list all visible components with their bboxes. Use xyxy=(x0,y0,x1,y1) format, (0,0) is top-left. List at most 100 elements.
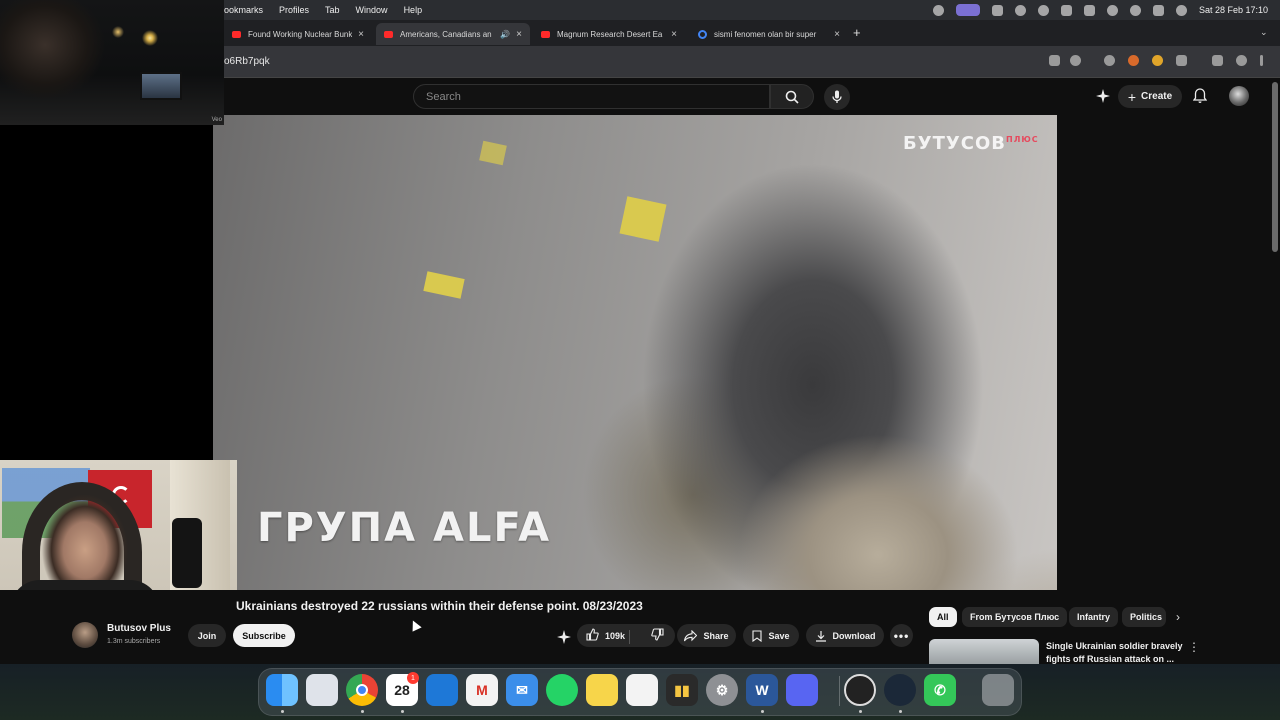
sparkle-icon[interactable] xyxy=(1096,89,1110,103)
more-actions-button[interactable]: ••• xyxy=(890,624,913,647)
save-button[interactable]: Save xyxy=(743,624,799,647)
page-scrollbar[interactable] xyxy=(1272,82,1278,252)
channel-avatar[interactable] xyxy=(72,622,98,648)
finder-icon[interactable] xyxy=(266,674,298,706)
account-avatar[interactable] xyxy=(1229,86,1249,106)
download-button[interactable]: Download xyxy=(806,624,884,647)
voice-search-button[interactable] xyxy=(824,84,850,110)
ask-ai-icon[interactable] xyxy=(557,630,571,644)
discord-icon[interactable] xyxy=(786,674,818,706)
bookmark-icon xyxy=(752,629,763,642)
google-icon xyxy=(698,29,707,39)
thumbs-up-icon[interactable] xyxy=(586,628,599,643)
menu-tab[interactable]: Tab xyxy=(325,5,340,15)
settings-icon[interactable]: ⚙ xyxy=(706,674,738,706)
extension-icon[interactable] xyxy=(1104,55,1115,66)
obs-icon[interactable] xyxy=(844,674,876,706)
siri-icon[interactable] xyxy=(1175,4,1187,16)
wifi-icon[interactable] xyxy=(1106,4,1118,16)
puzzle-icon[interactable] xyxy=(1176,55,1187,66)
chip-politics[interactable]: Politics xyxy=(1122,607,1166,627)
youtube-icon xyxy=(384,30,393,38)
gmail-icon[interactable]: M xyxy=(466,674,498,706)
tab-search-icon[interactable]: ⌄ xyxy=(1260,27,1268,38)
browser-tab[interactable]: Magnum Research Desert Ea × xyxy=(533,23,685,45)
webcam-driving-feed: Veo xyxy=(0,0,224,125)
cast-icon[interactable] xyxy=(1049,55,1060,66)
url-field[interactable]: o6Rb7pqk xyxy=(224,56,270,67)
chip-infantry[interactable]: Infantry xyxy=(1069,607,1119,627)
bookmark-star-icon[interactable] xyxy=(1070,55,1081,66)
trash-icon[interactable] xyxy=(982,674,1014,706)
outlook-icon[interactable] xyxy=(426,674,458,706)
join-button[interactable]: Join xyxy=(188,624,226,647)
dock-separator xyxy=(839,676,840,706)
menu-bookmarks[interactable]: ookmarks xyxy=(224,5,263,15)
microphone-icon xyxy=(832,90,842,103)
kebab-menu-icon[interactable] xyxy=(1260,55,1263,66)
recommendation-thumbnail[interactable] xyxy=(929,639,1039,664)
network-icon[interactable] xyxy=(1060,4,1072,16)
whatsapp-icon[interactable] xyxy=(546,674,578,706)
video-overlay-caption: ГРУПА ALFA xyxy=(257,505,552,551)
control-center-icon[interactable] xyxy=(1152,4,1164,16)
more-vertical-icon[interactable]: ⋮ xyxy=(1188,640,1200,654)
new-tab-button[interactable]: + xyxy=(853,25,861,40)
media-controls-icon[interactable] xyxy=(1212,55,1223,66)
video-frame-detail xyxy=(423,271,465,299)
video-player[interactable]: БУТУСОВПЛЮС ГРУПА ALFA xyxy=(213,115,1057,590)
launchpad-icon[interactable] xyxy=(306,674,338,706)
word-icon[interactable]: W xyxy=(746,674,778,706)
reminders-icon[interactable] xyxy=(626,674,658,706)
chip-all[interactable]: All xyxy=(929,607,957,627)
browser-tab-active[interactable]: Americans, Canadians an 🔊 × xyxy=(376,23,530,45)
share-button[interactable]: Share xyxy=(677,624,736,647)
watermark-text: БУТУСОВ xyxy=(903,133,1006,154)
close-tab-icon[interactable]: × xyxy=(358,29,364,40)
menu-help[interactable]: Help xyxy=(404,5,423,15)
profile-icon[interactable] xyxy=(1236,55,1247,66)
obs-status-icon[interactable] xyxy=(932,4,944,16)
like-count[interactable]: 109k xyxy=(605,631,625,641)
create-button[interactable]: + Create xyxy=(1118,85,1182,108)
close-tab-icon[interactable]: × xyxy=(834,29,840,40)
channel-watermark: БУТУСОВПЛЮС xyxy=(903,133,1039,154)
screen-share-icon[interactable] xyxy=(955,4,980,16)
close-tab-icon[interactable]: × xyxy=(516,29,522,40)
close-tab-icon[interactable]: × xyxy=(671,29,677,40)
search-icon[interactable] xyxy=(1129,4,1141,16)
menu-window[interactable]: Window xyxy=(356,5,388,15)
recommendation-title[interactable]: Single Ukrainian soldier bravely fights … xyxy=(1046,640,1186,666)
battery-icon[interactable] xyxy=(1083,4,1095,16)
notes-icon[interactable] xyxy=(586,674,618,706)
thumbs-down-icon[interactable] xyxy=(651,628,664,643)
phone-icon[interactable]: ✆ xyxy=(924,674,956,706)
menubar-clock[interactable]: Sat 28 Feb 17:10 xyxy=(1199,5,1268,15)
share-icon xyxy=(684,629,698,641)
bottle-icon[interactable] xyxy=(991,4,1003,16)
subscriber-count: 1.3m subscribers xyxy=(107,638,161,645)
app-menus: ookmarks Profiles Tab Window Help xyxy=(224,5,422,15)
steam-icon[interactable] xyxy=(884,674,916,706)
chip-from-channel[interactable]: From Бутусов Плюс xyxy=(962,607,1068,627)
chevron-right-icon[interactable]: › xyxy=(1176,610,1180,624)
channel-name[interactable]: Butusov Plus xyxy=(107,623,171,634)
subscribe-button[interactable]: Subscribe xyxy=(233,624,295,647)
spotify-icon[interactable] xyxy=(1014,4,1026,16)
play-icon[interactable] xyxy=(1037,4,1049,16)
extension-icon[interactable] xyxy=(1152,55,1163,66)
tab-title: sismi fenomen olan bir super xyxy=(714,29,817,39)
menu-profiles[interactable]: Profiles xyxy=(279,5,309,15)
browser-tab[interactable]: sismi fenomen olan bir super × xyxy=(690,23,848,45)
extension-icon[interactable] xyxy=(1128,55,1139,66)
browser-tab[interactable]: Found Working Nuclear Bunk × xyxy=(224,23,372,45)
notifications-bell-icon[interactable] xyxy=(1193,88,1207,104)
search-icon xyxy=(785,90,799,104)
chrome-icon[interactable] xyxy=(346,674,378,706)
search-button[interactable] xyxy=(770,84,814,109)
mail-icon[interactable]: ✉ xyxy=(506,674,538,706)
stocks-icon[interactable]: ▮▮ xyxy=(666,674,698,706)
running-indicator xyxy=(859,710,862,713)
speaker-icon[interactable]: 🔊 xyxy=(500,30,510,39)
search-input[interactable]: Search xyxy=(413,84,770,109)
